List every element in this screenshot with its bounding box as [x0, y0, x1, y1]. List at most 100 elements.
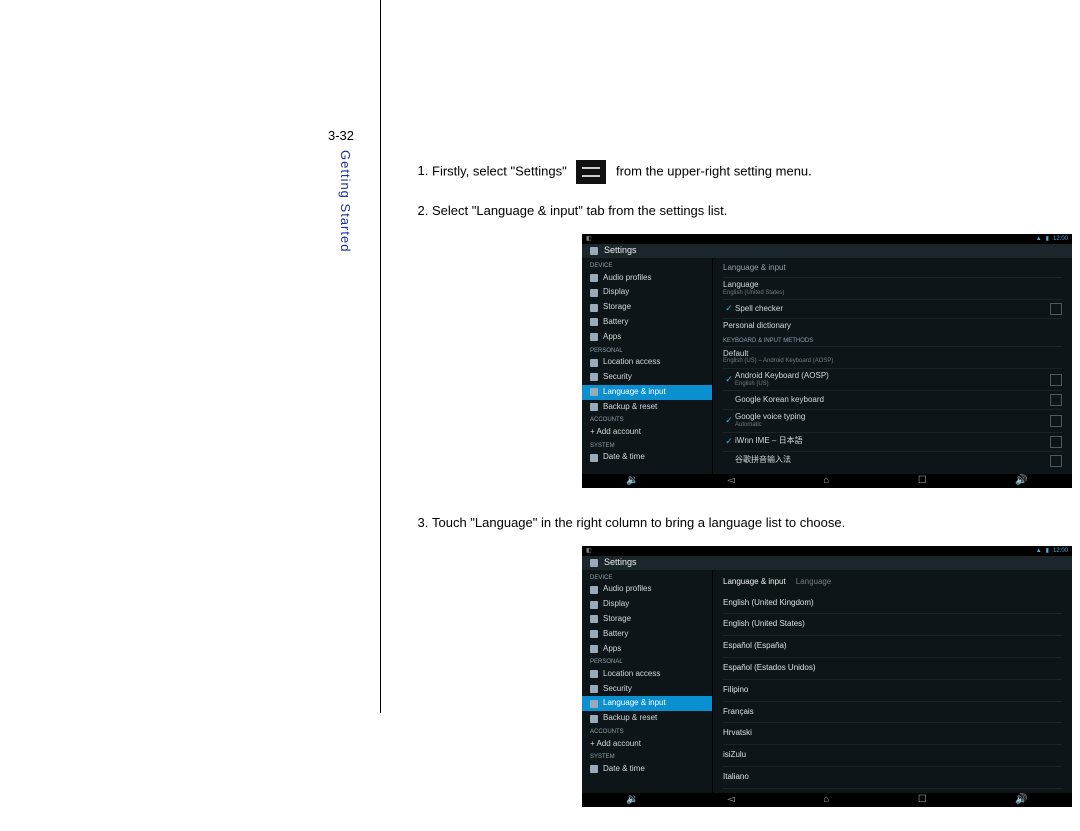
- sidebar-item-apps[interactable]: Apps: [582, 330, 712, 345]
- clock-icon: [590, 765, 598, 773]
- apps-icon: [590, 645, 598, 653]
- settings-sliders-icon: [576, 160, 606, 184]
- settings-sidebar: DEVICE Audio profiles Display Storage Ba…: [582, 570, 713, 793]
- step-list: Firstly, select "Settings" from the uppe…: [410, 160, 1050, 807]
- settings-sidebar: DEVICE Audio profiles Display Storage Ba…: [582, 258, 713, 474]
- step-3-text: Touch "Language" in the right column to …: [432, 515, 845, 530]
- screenshot-language-list: ◧ ▲ ▮ 12:00 Settings DEVICE Audio profil…: [582, 546, 1072, 807]
- sidebar-item-storage[interactable]: Storage: [582, 612, 712, 627]
- sidebar-item-security[interactable]: Security: [582, 682, 712, 697]
- status-bar: ◧ ▲ ▮ 12:00: [582, 234, 1072, 244]
- language-option[interactable]: isiZulu: [723, 745, 1062, 767]
- back-icon[interactable]: ◅: [727, 794, 735, 805]
- sidebar-item-battery[interactable]: Battery: [582, 315, 712, 330]
- sidebar-item-display[interactable]: Display: [582, 597, 712, 612]
- step-1: Firstly, select "Settings" from the uppe…: [432, 160, 1050, 184]
- language-option[interactable]: English (United Kingdom): [723, 593, 1062, 615]
- window-title: Settings: [604, 246, 637, 256]
- row-google-voice-typing[interactable]: ✓Google voice typingAutomatic: [723, 409, 1062, 431]
- sidebar-item-add-account[interactable]: + Add account: [582, 425, 712, 440]
- battery-icon: [590, 318, 598, 326]
- sidebar-item-backup[interactable]: Backup & reset: [582, 400, 712, 415]
- volume-down-icon[interactable]: 🔉: [626, 794, 638, 805]
- storage-icon: [590, 615, 598, 623]
- check-icon: ✓: [723, 375, 735, 385]
- sidebar-item-storage[interactable]: Storage: [582, 300, 712, 315]
- row-android-keyboard[interactable]: ✓Android Keyboard (AOSP)English (US): [723, 368, 1062, 390]
- sidebar-item-backup[interactable]: Backup & reset: [582, 711, 712, 726]
- back-icon[interactable]: ◅: [727, 475, 735, 486]
- language-option[interactable]: Español (Estados Unidos): [723, 658, 1062, 680]
- lock-icon: [590, 373, 598, 381]
- step-3: Touch "Language" in the right column to …: [432, 512, 1050, 807]
- sidebar-item-apps[interactable]: Apps: [582, 642, 712, 657]
- settings-sliders-icon[interactable]: [1050, 415, 1062, 427]
- row-japanese-ime[interactable]: ✓iWnn IME – 日本語: [723, 432, 1062, 451]
- row-google-korean[interactable]: Google Korean keyboard: [723, 390, 1062, 409]
- check-icon: ✓: [723, 416, 735, 426]
- recents-icon[interactable]: ☐: [918, 475, 927, 486]
- audio-icon: [590, 274, 598, 282]
- sidebar-cat-device: DEVICE: [582, 572, 712, 583]
- audio-icon: [590, 586, 598, 594]
- settings-sliders-icon[interactable]: [1050, 303, 1062, 315]
- battery-icon: [590, 630, 598, 638]
- sidebar-item-audio[interactable]: Audio profiles: [582, 271, 712, 286]
- language-icon: [590, 388, 598, 396]
- check-icon: ✓: [723, 437, 735, 447]
- volume-up-icon[interactable]: 🔊: [1015, 794, 1027, 805]
- settings-sliders-icon[interactable]: [1050, 436, 1062, 448]
- row-personal-dictionary[interactable]: Personal dictionary: [723, 318, 1062, 334]
- language-option[interactable]: Français: [723, 702, 1062, 724]
- notif-icon: ◧: [586, 548, 592, 555]
- language-option[interactable]: Español (España): [723, 636, 1062, 658]
- section-title-vertical: Getting Started: [338, 150, 353, 252]
- apps-icon: [590, 333, 598, 341]
- sidebar-item-add-account[interactable]: + Add account: [582, 737, 712, 752]
- clock-text: 12:00: [1053, 236, 1068, 243]
- settings-sliders-icon[interactable]: [1050, 374, 1062, 386]
- sidebar-item-datetime[interactable]: Date & time: [582, 450, 712, 465]
- row-language[interactable]: LanguageEnglish (United States): [723, 277, 1062, 299]
- sidebar-item-datetime[interactable]: Date & time: [582, 762, 712, 777]
- volume-down-icon[interactable]: 🔉: [626, 475, 638, 486]
- settings-sliders-icon[interactable]: [1050, 455, 1062, 467]
- language-option[interactable]: Hrvatski: [723, 723, 1062, 745]
- row-spell-checker[interactable]: ✓Spell checker: [723, 299, 1062, 318]
- settings-sliders-icon[interactable]: [1050, 394, 1062, 406]
- sidebar-item-audio[interactable]: Audio profiles: [582, 582, 712, 597]
- sidebar-item-language-input[interactable]: Language & input: [582, 696, 712, 711]
- sidebar-item-battery[interactable]: Battery: [582, 627, 712, 642]
- lock-icon: [590, 685, 598, 693]
- sidebar-item-display[interactable]: Display: [582, 285, 712, 300]
- screenshot-settings-language-input: ◧ ▲ ▮ 12:00 Settings DEVICE Audio profil…: [582, 234, 1072, 488]
- section-keyboards: KEYBOARD & INPUT METHODS: [723, 334, 1062, 346]
- step-2: Select "Language & input" tab from the s…: [432, 200, 1050, 488]
- home-icon[interactable]: ⌂: [823, 475, 829, 486]
- row-default-keyboard[interactable]: DefaultEnglish (US) – Android Keyboard (…: [723, 346, 1062, 368]
- recents-icon[interactable]: ☐: [918, 794, 927, 805]
- status-bar: ◧ ▲ ▮ 12:00: [582, 546, 1072, 556]
- language-option[interactable]: Filipino: [723, 680, 1062, 702]
- sidebar-item-location[interactable]: Location access: [582, 667, 712, 682]
- location-icon: [590, 670, 598, 678]
- sidebar-cat-personal: PERSONAL: [582, 345, 712, 356]
- sidebar-item-language-input[interactable]: Language & input: [582, 385, 712, 400]
- check-icon: ✓: [723, 304, 735, 314]
- language-option[interactable]: Italiano: [723, 767, 1062, 789]
- row-pinyin[interactable]: 谷歌拼音输入法: [723, 451, 1062, 470]
- sidebar-item-security[interactable]: Security: [582, 370, 712, 385]
- settings-main-panel: Language & input LanguageEnglish (United…: [713, 258, 1072, 474]
- settings-icon: [590, 559, 598, 567]
- backup-icon: [590, 403, 598, 411]
- language-list-panel: Language & input Language English (Unite…: [713, 570, 1072, 793]
- volume-up-icon[interactable]: 🔊: [1015, 475, 1027, 486]
- settings-icon: [590, 247, 598, 255]
- home-icon[interactable]: ⌂: [823, 794, 829, 805]
- sidebar-cat-accounts: ACCOUNTS: [582, 414, 712, 425]
- language-icon: [590, 700, 598, 708]
- sidebar-item-location[interactable]: Location access: [582, 355, 712, 370]
- display-icon: [590, 289, 598, 297]
- language-option[interactable]: English (United States): [723, 614, 1062, 636]
- wifi-icon: ▲: [1036, 236, 1042, 243]
